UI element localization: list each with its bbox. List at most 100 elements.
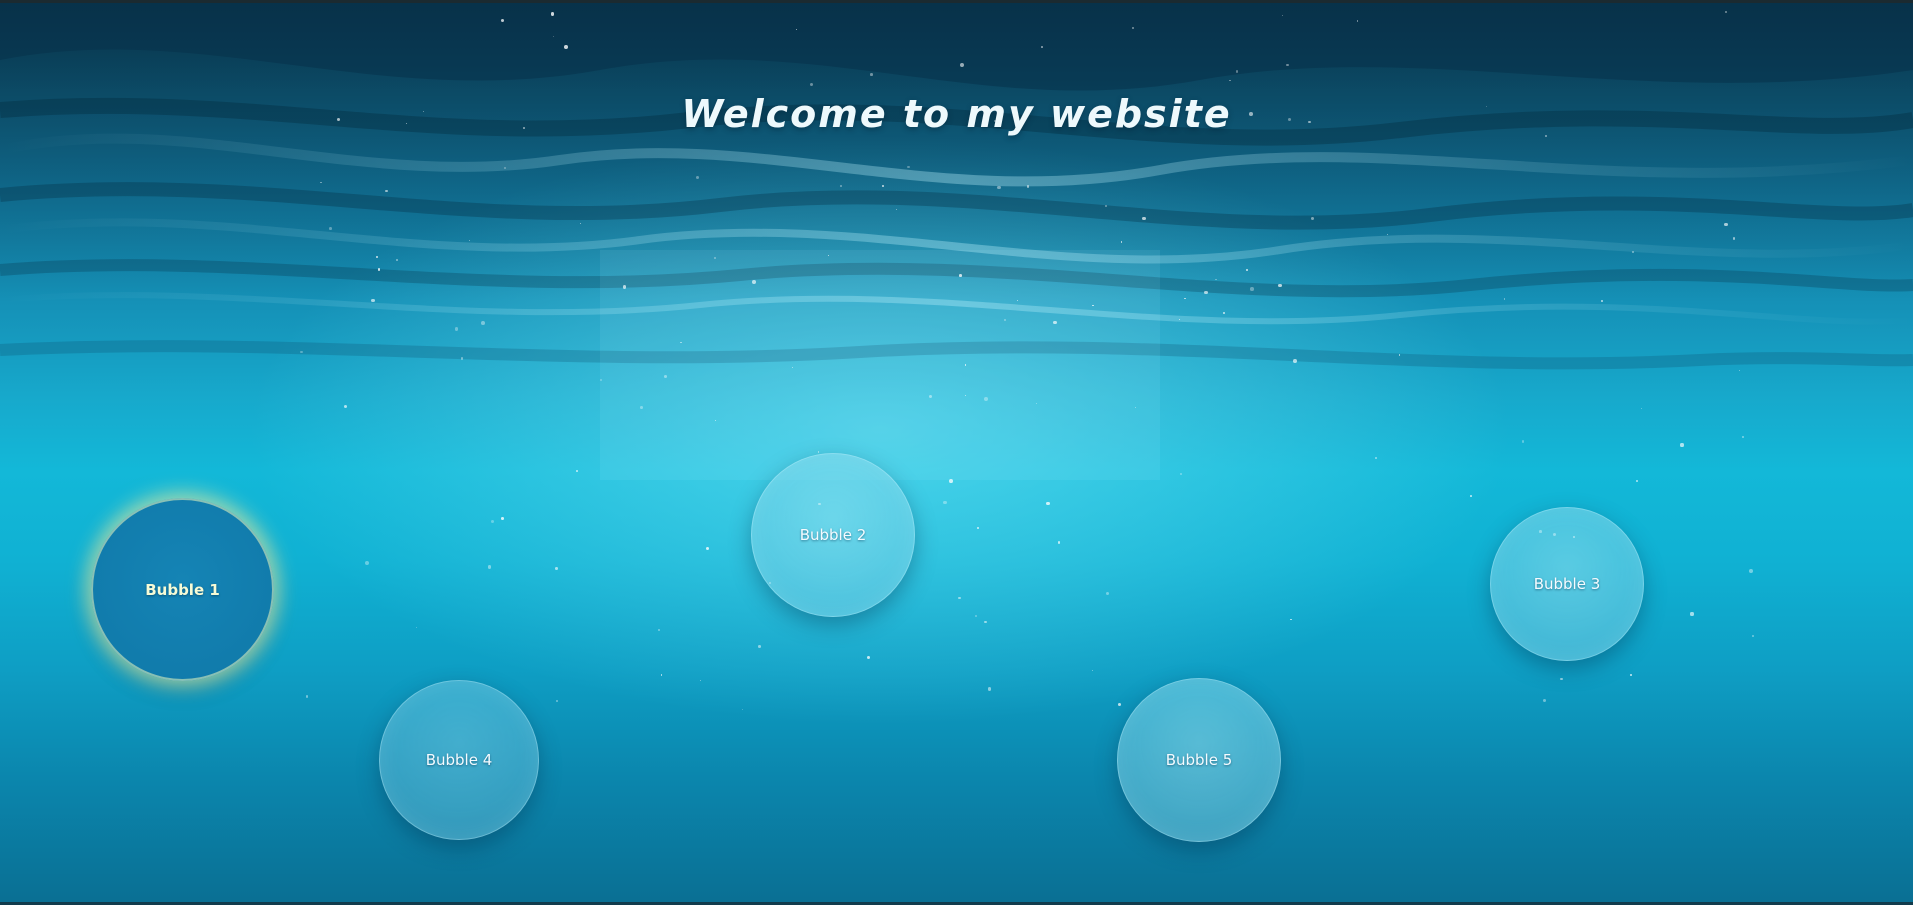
particle: [487, 565, 492, 569]
particle: [882, 184, 885, 187]
particle: [1142, 216, 1146, 221]
particle: [1398, 354, 1401, 357]
particle: [1748, 569, 1753, 573]
particle: [481, 320, 485, 325]
particle: [1739, 370, 1741, 372]
particle: [1131, 26, 1134, 29]
particle: [1724, 11, 1727, 14]
particle: [987, 686, 992, 691]
top-edge: [0, 0, 1913, 3]
particle: [1503, 298, 1506, 300]
particle: [1229, 79, 1231, 81]
particle: [907, 166, 910, 169]
particle: [1723, 222, 1728, 227]
particle: [640, 405, 643, 409]
particle: [555, 699, 558, 703]
particle: [1281, 15, 1283, 17]
particle: [660, 674, 663, 676]
bubble-label: Bubble 1: [145, 580, 220, 599]
bubble-4[interactable]: Bubble 4: [379, 680, 539, 840]
particle: [305, 694, 309, 698]
particle: [1179, 472, 1183, 476]
particle: [997, 185, 1001, 190]
particle: [490, 519, 495, 524]
particle: [1632, 251, 1635, 253]
particle: [1222, 312, 1226, 315]
particle: [500, 18, 504, 23]
particle: [943, 500, 947, 504]
particle: [1560, 677, 1563, 680]
particle: [984, 620, 988, 624]
particle: [550, 12, 555, 16]
particle: [385, 189, 388, 193]
particle: [680, 341, 682, 344]
particle: [1204, 291, 1208, 295]
particle: [657, 628, 661, 632]
particle: [840, 185, 843, 188]
particle: [1041, 46, 1043, 49]
particle: [928, 395, 932, 399]
particle: [866, 655, 870, 659]
particle: [958, 596, 961, 600]
particle: [1680, 443, 1684, 447]
particle: [817, 451, 819, 453]
particle: [555, 567, 558, 570]
bubble-label: Bubble 3: [1533, 575, 1601, 593]
particle: [1215, 278, 1217, 281]
particle: [1236, 70, 1239, 73]
particle: [1387, 233, 1389, 236]
particle: [1117, 702, 1121, 706]
particle: [1636, 480, 1639, 483]
particle: [1105, 205, 1108, 208]
particle: [758, 645, 761, 649]
particle: [964, 364, 967, 366]
particle: [1278, 283, 1282, 288]
particle: [1290, 618, 1293, 621]
particle: [752, 280, 756, 285]
bubble-label: Bubble 5: [1165, 751, 1233, 769]
particle: [1543, 699, 1547, 703]
particle: [344, 404, 348, 408]
particle: [977, 527, 980, 530]
particle: [791, 367, 793, 369]
particle: [377, 268, 380, 271]
particle: [460, 357, 463, 360]
particle: [870, 73, 873, 76]
particle: [809, 83, 813, 87]
particle: [469, 239, 471, 241]
particle: [328, 226, 332, 230]
particle: [1003, 318, 1006, 321]
particle: [504, 166, 507, 170]
bubble-label: Bubble 4: [425, 751, 493, 769]
particle: [371, 298, 375, 302]
particle: [1057, 540, 1061, 544]
page-title: Welcome to my website: [681, 92, 1232, 136]
particle: [376, 256, 379, 259]
particle: [1184, 297, 1186, 300]
bubble-2[interactable]: Bubble 2: [751, 453, 915, 617]
water-surface-waves: [0, 0, 1913, 480]
bubble-3[interactable]: Bubble 3: [1490, 507, 1644, 661]
particle: [320, 181, 322, 184]
particle: [1690, 612, 1694, 616]
particle: [1641, 407, 1643, 410]
particle: [1286, 63, 1289, 67]
particle: [415, 626, 417, 628]
underwater-background: Welcome to my website Bubble 1 Bubble 2 …: [0, 0, 1913, 905]
particle: [1120, 241, 1123, 243]
particle: [1245, 269, 1248, 272]
particle: [1742, 436, 1745, 439]
particle: [300, 351, 303, 354]
particle: [579, 222, 581, 224]
particle: [454, 327, 459, 331]
particle: [1105, 591, 1110, 596]
particle: [664, 375, 667, 379]
particle: [1752, 635, 1754, 638]
bubble-label: Bubble 2: [799, 526, 867, 544]
bubble-1[interactable]: Bubble 1: [91, 498, 274, 681]
particle: [575, 470, 578, 472]
particle: [553, 36, 555, 38]
particle: [1630, 673, 1633, 676]
particle: [1250, 287, 1254, 291]
bubble-5[interactable]: Bubble 5: [1117, 678, 1281, 842]
